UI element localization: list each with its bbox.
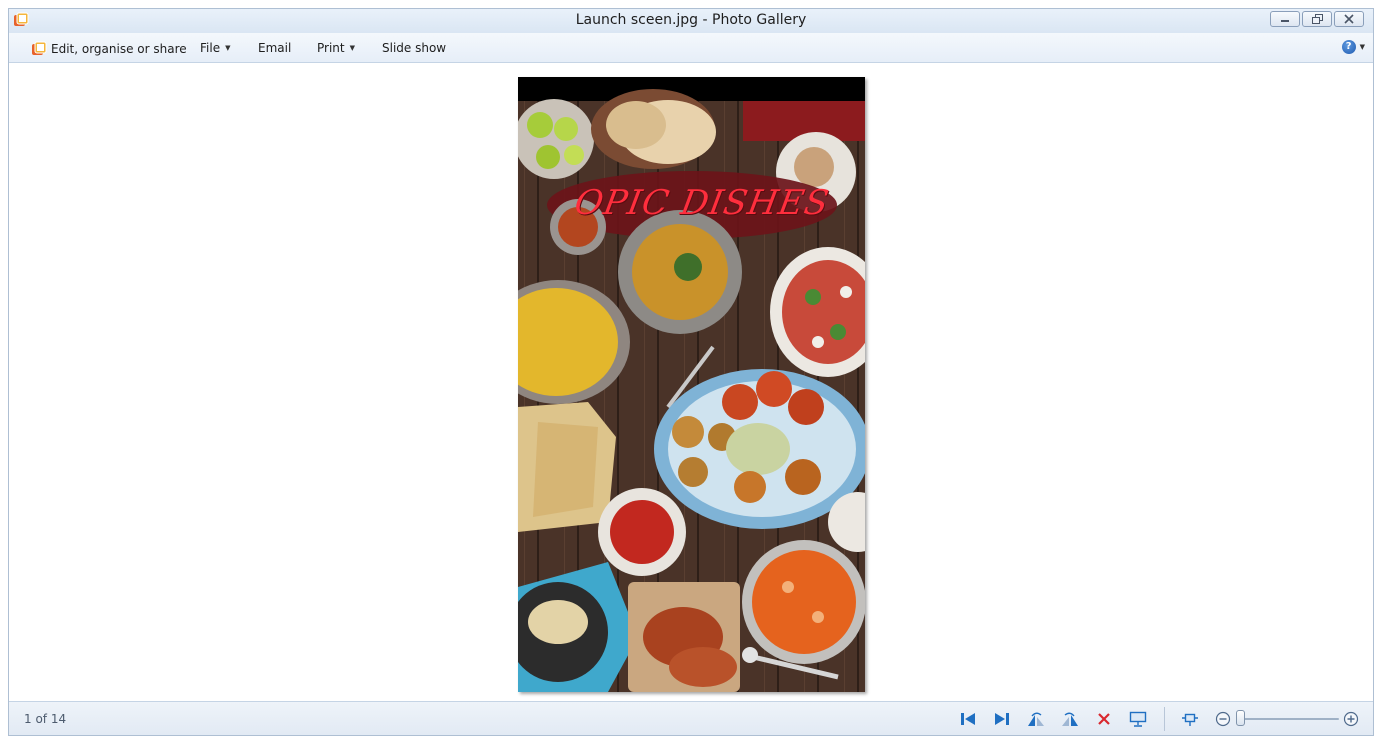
rotate-left-button[interactable]: [1027, 710, 1045, 728]
close-button[interactable]: [1334, 11, 1364, 27]
photo-gallery-window: Launch sceen.jpg - Photo Gallery Edit, o…: [8, 8, 1374, 736]
email-menu[interactable]: Email: [258, 41, 291, 55]
photo-overlay-text: OPIC DISHES: [571, 183, 833, 223]
displayed-photo[interactable]: OPIC DISHES: [518, 77, 865, 692]
rotate-right-button[interactable]: [1061, 710, 1079, 728]
zoom-out-button[interactable]: [1214, 710, 1232, 728]
menu-label: Email: [258, 41, 292, 55]
photo-counter: 1 of 14: [24, 712, 67, 726]
menu-label: Edit, organise or share: [51, 42, 187, 56]
status-bar: 1 of 14: [9, 701, 1373, 735]
previous-button[interactable]: [959, 710, 977, 728]
slide-show-menu[interactable]: Slide show: [382, 41, 446, 55]
toolbar-divider: [1164, 707, 1165, 731]
photo-viewer: OPIC DISHES: [9, 63, 1373, 703]
actual-size-icon: [1182, 713, 1198, 726]
next-button[interactable]: [993, 710, 1011, 728]
window-title: Launch sceen.jpg - Photo Gallery: [575, 12, 807, 28]
edit-organise-share-menu[interactable]: Edit, organise or share: [31, 41, 187, 57]
zoom-out-icon: [1215, 711, 1231, 727]
menu-label: File: [200, 41, 221, 55]
menu-label: Print: [317, 41, 345, 55]
file-menu[interactable]: File ▼: [200, 41, 230, 55]
zoom-in-button[interactable]: [1342, 710, 1360, 728]
rotate-right-icon: [1062, 712, 1078, 726]
menu-label: Slide show: [382, 41, 447, 55]
restore-button[interactable]: [1302, 11, 1332, 27]
zoom-in-icon: [1343, 711, 1359, 727]
delete-icon: [1098, 713, 1110, 725]
minimize-icon: [1281, 20, 1289, 22]
slideshow-button[interactable]: [1129, 710, 1147, 728]
zoom-slider-thumb[interactable]: [1236, 710, 1245, 726]
delete-button[interactable]: [1095, 710, 1113, 728]
actual-size-button[interactable]: [1181, 710, 1199, 728]
restore-icon: [1311, 14, 1323, 24]
print-menu[interactable]: Print ▼: [317, 41, 355, 55]
command-bar: Edit, organise or share File ▼ Email Pri…: [9, 33, 1373, 63]
minimize-button[interactable]: [1270, 11, 1300, 27]
rotate-left-icon: [1028, 712, 1044, 726]
title-bar: Launch sceen.jpg - Photo Gallery: [9, 9, 1373, 33]
help-button[interactable]: ? ▼: [1341, 40, 1365, 54]
close-icon: [1344, 14, 1354, 24]
previous-icon: [961, 713, 975, 725]
food-photo-image: [518, 77, 865, 692]
help-icon: ?: [1341, 40, 1356, 54]
chevron-down-icon: ▼: [1359, 43, 1365, 51]
slideshow-icon: [1129, 711, 1147, 727]
photo-gallery-icon: [32, 41, 47, 55]
next-icon: [995, 713, 1009, 725]
chevron-down-icon: ▼: [349, 44, 355, 52]
zoom-slider-track[interactable]: [1241, 718, 1339, 720]
chevron-down-icon: ▼: [225, 44, 231, 52]
